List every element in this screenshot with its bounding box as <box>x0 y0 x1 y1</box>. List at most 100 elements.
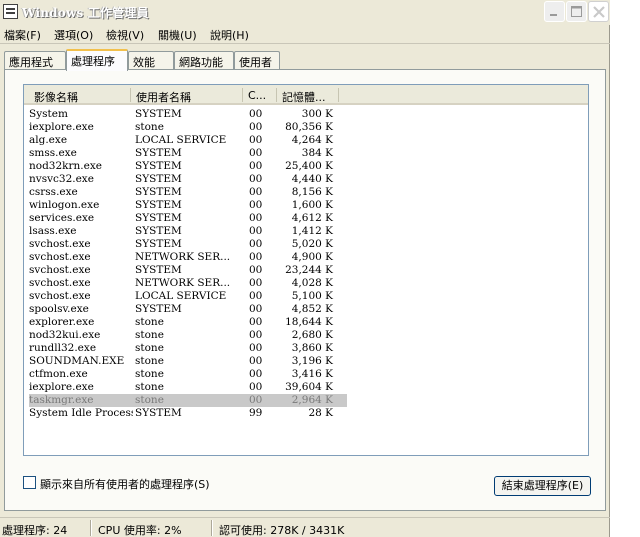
process-user: SYSTEM <box>135 225 182 237</box>
menu-view[interactable]: 檢視(V) <box>106 27 144 43</box>
tab-applications[interactable]: 應用程式 <box>4 51 66 70</box>
process-cpu: 00 <box>249 121 263 133</box>
process-user: stone <box>135 368 164 380</box>
process-row[interactable]: nod32krn.exe SYSTEM 00 25,400 K <box>29 160 347 173</box>
process-user: stone <box>135 329 164 341</box>
menu-shutdown[interactable]: 關機(U) <box>158 27 197 43</box>
process-row[interactable]: svchost.exe NETWORK SER... 00 4,028 K <box>29 277 347 290</box>
process-cpu: 00 <box>249 134 263 146</box>
process-row[interactable]: csrss.exe SYSTEM 00 8,156 K <box>29 186 347 199</box>
process-cpu: 00 <box>249 108 263 120</box>
status-divider <box>90 520 92 536</box>
process-memory: 39,604 K <box>285 381 333 393</box>
tab-networking[interactable]: 網路功能 <box>174 51 234 70</box>
process-row[interactable]: ctfmon.exe stone 00 3,416 K <box>29 368 347 381</box>
process-cpu: 00 <box>249 199 263 211</box>
process-row[interactable]: rundll32.exe stone 00 3,860 K <box>29 342 347 355</box>
process-cpu: 00 <box>249 290 263 302</box>
process-row[interactable]: svchost.exe NETWORK SER... 00 4,900 K <box>29 251 347 264</box>
process-cpu: 00 <box>249 277 263 289</box>
process-row[interactable]: iexplore.exe stone 00 80,356 K <box>29 121 347 134</box>
process-cpu: 00 <box>249 342 263 354</box>
process-name: SOUNDMAN.EXE <box>29 355 125 367</box>
status-bar: 處理程序: 24 CPU 使用率: 2% 認可使用: 278K / 3431K <box>0 517 610 537</box>
maximize-button[interactable] <box>566 1 587 22</box>
process-row[interactable]: lsass.exe SYSTEM 00 1,412 K <box>29 225 347 238</box>
process-row[interactable]: nvsvc32.exe SYSTEM 00 4,440 K <box>29 173 347 186</box>
maximize-icon <box>571 6 582 17</box>
menu-help[interactable]: 說明(H) <box>210 27 249 43</box>
column-image-name[interactable]: 影像名稱 <box>34 89 78 105</box>
process-list[interactable]: 影像名稱 使用者名稱 C... 記憶體... System SYSTEM 00 300… <box>23 84 589 456</box>
process-row[interactable]: System SYSTEM 00 300 K <box>29 108 347 121</box>
column-divider[interactable] <box>338 88 339 102</box>
process-row[interactable]: System Idle Process SYSTEM 99 28 K <box>29 407 347 420</box>
process-user: stone <box>135 121 164 133</box>
process-name: alg.exe <box>29 134 68 146</box>
window-title: Windows 工作管理員 <box>22 6 149 20</box>
status-divider <box>211 520 213 536</box>
process-name: svchost.exe <box>29 251 91 263</box>
menu-bar: 檔案(F) 選項(O) 檢視(V) 關機(U) 說明(H) <box>0 25 610 44</box>
process-memory: 384 K <box>301 147 333 159</box>
process-cpu: 00 <box>249 225 263 237</box>
show-all-users-label[interactable]: 顯示來自所有使用者的處理程序(S) <box>40 476 210 492</box>
process-row[interactable]: alg.exe LOCAL SERVICE 00 4,264 K <box>29 134 347 147</box>
process-user: SYSTEM <box>135 199 182 211</box>
process-cpu: 00 <box>249 316 263 328</box>
show-all-users-checkbox[interactable] <box>23 476 36 489</box>
column-user-name[interactable]: 使用者名稱 <box>136 89 191 105</box>
status-commit-charge: 認可使用: 278K / 3431K <box>219 524 345 537</box>
process-row[interactable]: winlogon.exe SYSTEM 00 1,600 K <box>29 199 347 212</box>
process-row[interactable]: svchost.exe LOCAL SERVICE 00 5,100 K <box>29 290 347 303</box>
process-row[interactable]: iexplore.exe stone 00 39,604 K <box>29 381 347 394</box>
status-process-count: 處理程序: 24 <box>2 524 68 537</box>
processes-panel: 影像名稱 使用者名稱 C... 記憶體... System SYSTEM 00 300… <box>4 69 606 511</box>
process-cpu: 00 <box>249 355 263 367</box>
process-memory: 25,400 K <box>285 160 333 172</box>
process-row[interactable]: SOUNDMAN.EXE stone 00 3,196 K <box>29 355 347 368</box>
process-user: stone <box>135 316 164 328</box>
process-user: LOCAL SERVICE <box>135 290 227 302</box>
process-row[interactable]: services.exe SYSTEM 00 4,612 K <box>29 212 347 225</box>
process-name: rundll32.exe <box>29 342 97 354</box>
process-memory: 80,356 K <box>285 121 333 133</box>
process-cpu: 00 <box>249 381 263 393</box>
process-name: services.exe <box>29 212 95 224</box>
process-row[interactable]: nod32kui.exe stone 00 2,680 K <box>29 329 347 342</box>
process-memory: 2,680 K <box>291 329 333 341</box>
minimize-button[interactable] <box>544 1 565 22</box>
menu-file[interactable]: 檔案(F) <box>4 27 41 43</box>
process-user: LOCAL SERVICE <box>135 134 227 146</box>
menu-options[interactable]: 選項(O) <box>54 27 93 43</box>
process-memory: 2,964 K <box>291 394 333 406</box>
process-row[interactable]: svchost.exe SYSTEM 00 23,244 K <box>29 264 347 277</box>
process-cpu: 00 <box>249 186 263 198</box>
process-row[interactable]: explorer.exe stone 00 18,644 K <box>29 316 347 329</box>
column-divider[interactable] <box>130 88 131 102</box>
process-user: stone <box>135 342 164 354</box>
process-row[interactable]: svchost.exe SYSTEM 00 5,020 K <box>29 238 347 251</box>
tab-processes[interactable]: 處理程序 <box>66 49 128 71</box>
tab-performance[interactable]: 效能 <box>128 51 174 70</box>
column-memory[interactable]: 記憶體... <box>282 89 326 105</box>
process-memory: 3,416 K <box>291 368 333 380</box>
process-memory: 4,264 K <box>291 134 333 146</box>
process-cpu: 00 <box>249 368 263 380</box>
process-row[interactable]: taskmgr.exe stone 00 2,964 K <box>29 394 347 407</box>
column-divider[interactable] <box>276 88 277 102</box>
status-cpu-usage: CPU 使用率: 2% <box>98 524 182 537</box>
end-process-button[interactable]: 結束處理程序(E) <box>494 476 591 496</box>
process-user: SYSTEM <box>135 173 182 185</box>
process-row[interactable]: spoolsv.exe SYSTEM 00 4,852 K <box>29 303 347 316</box>
tab-users[interactable]: 使用者 <box>234 51 280 70</box>
process-memory: 3,860 K <box>291 342 333 354</box>
title-bar[interactable]: Windows 工作管理員 <box>0 0 610 25</box>
process-memory: 3,196 K <box>291 355 333 367</box>
column-cpu[interactable]: C... <box>248 89 266 102</box>
task-manager-icon <box>3 4 18 19</box>
process-name: winlogon.exe <box>29 199 100 211</box>
process-row[interactable]: smss.exe SYSTEM 00 384 K <box>29 147 347 160</box>
column-divider[interactable] <box>242 88 243 102</box>
close-button[interactable] <box>588 1 609 22</box>
